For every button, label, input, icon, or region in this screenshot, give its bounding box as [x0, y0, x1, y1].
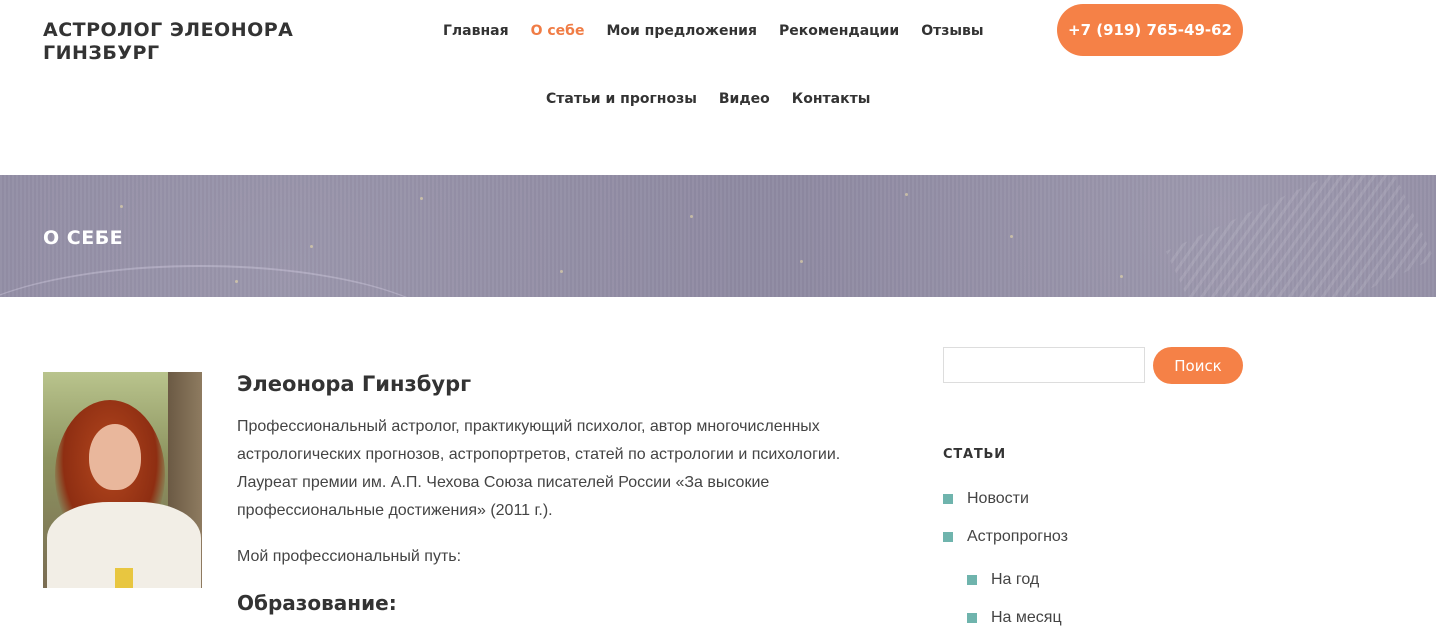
category-item-news[interactable]: Новости: [943, 490, 1029, 508]
nav-item-home[interactable]: Главная: [443, 22, 509, 40]
nav-row-secondary: Статьи и прогнозы Видео Контакты: [546, 90, 870, 108]
banner-star: [800, 260, 803, 263]
main-content: Элеонора Гинзбург Профессиональный астро…: [237, 372, 857, 615]
banner-star: [420, 197, 423, 200]
phone-button[interactable]: +7 (919) 765-49-62: [1057, 4, 1243, 56]
photo-top: [115, 568, 133, 588]
banner-star: [690, 215, 693, 218]
banner-feather-decoration: [1165, 175, 1435, 297]
banner-star: [1010, 235, 1013, 238]
banner-star: [905, 193, 908, 196]
nav-item-offers[interactable]: Мои предложения: [606, 22, 757, 40]
banner-star: [235, 280, 238, 283]
banner-star: [1120, 275, 1123, 278]
square-bullet-icon: [943, 532, 953, 542]
category-label: Новости: [967, 490, 1029, 507]
portrait-photo: [43, 372, 202, 588]
category-label: Астропрогноз: [967, 528, 1068, 545]
banner-star: [120, 205, 123, 208]
banner-star: [310, 245, 313, 248]
nav-item-recommendations[interactable]: Рекомендации: [779, 22, 899, 40]
category-label: На год: [991, 571, 1040, 588]
person-name: Элеонора Гинзбург: [237, 372, 472, 396]
search-button[interactable]: Поиск: [1153, 347, 1243, 384]
nav-item-about[interactable]: О себе: [531, 22, 585, 40]
articles-widget-title: СТАТЬИ: [943, 447, 1006, 462]
page-title: О СЕБЕ: [43, 227, 124, 249]
site-title[interactable]: АСТРОЛОГ ЭЛЕОНОРА ГИНЗБУРГ: [43, 19, 323, 65]
square-bullet-icon: [943, 494, 953, 504]
category-item-year[interactable]: На год: [967, 571, 1039, 589]
category-item-month[interactable]: На месяц: [967, 609, 1062, 627]
nav-item-contacts[interactable]: Контакты: [792, 90, 871, 108]
bio-paragraph: Профессиональный астролог, практикующий …: [237, 418, 841, 519]
square-bullet-icon: [967, 575, 977, 585]
search-input[interactable]: [943, 347, 1145, 383]
career-path-label: Мой профессиональный путь:: [237, 548, 462, 565]
photo-face: [89, 424, 141, 490]
education-heading: Образование:: [237, 591, 397, 615]
banner-star: [560, 270, 563, 273]
category-item-astroforecast[interactable]: Астропрогноз: [943, 528, 1068, 546]
banner-arc-decoration: [0, 265, 460, 297]
nav-item-articles[interactable]: Статьи и прогнозы: [546, 90, 697, 108]
nav-row-primary: Главная О себе Мои предложения Рекоменда…: [443, 22, 984, 40]
category-label: На месяц: [991, 609, 1062, 626]
nav-item-reviews[interactable]: Отзывы: [921, 22, 983, 40]
page-banner: О СЕБЕ: [0, 175, 1436, 297]
square-bullet-icon: [967, 613, 977, 623]
nav-item-video[interactable]: Видео: [719, 90, 770, 108]
